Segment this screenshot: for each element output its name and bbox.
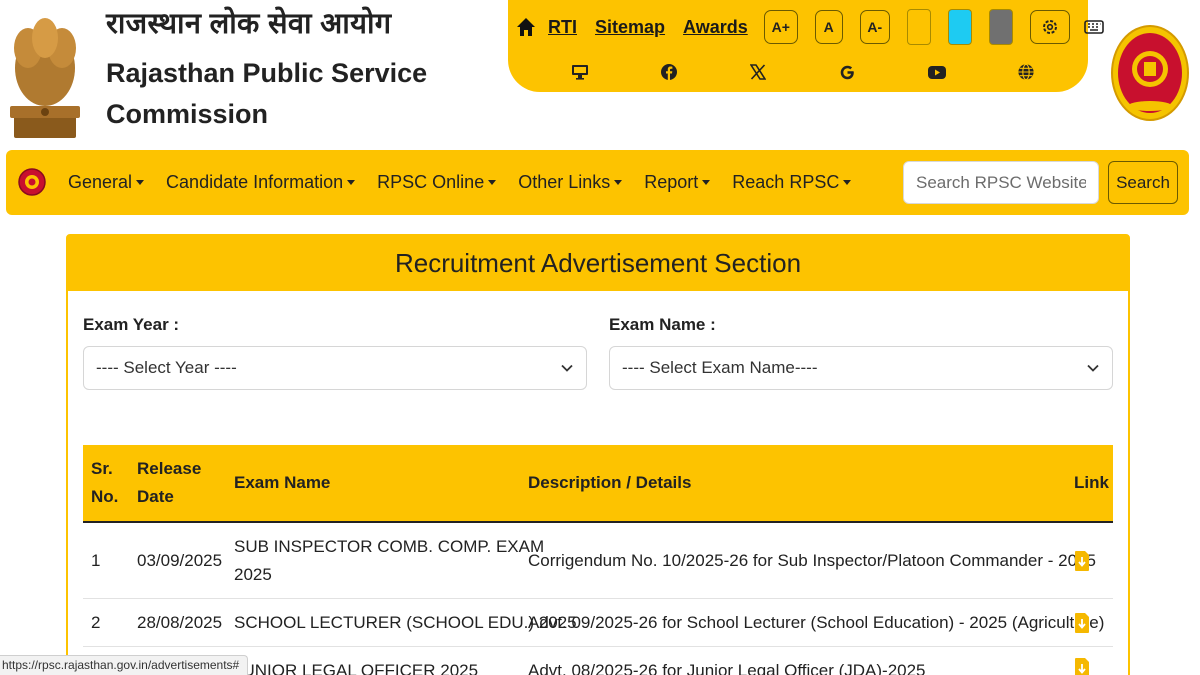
nav-other-links-label: Other Links <box>518 172 611 192</box>
cell-description: Advt. 08/2025-26 for Junior Legal Office… <box>528 661 926 675</box>
browser-status-url: https://rpsc.rajasthan.gov.in/advertisem… <box>0 655 249 675</box>
download-file-icon[interactable] <box>1074 657 1090 675</box>
nav-candidate-information-label: Candidate Information <box>166 172 344 192</box>
cell-release-date: 03/09/2025 <box>137 551 223 570</box>
exam-name-select[interactable]: ---- Select Exam Name---- <box>609 346 1113 390</box>
desktop-icon[interactable] <box>568 60 592 84</box>
site-title-english-line1: Rajasthan Public Service <box>106 58 428 88</box>
chevron-down-icon <box>561 364 573 372</box>
nav-candidate-information[interactable]: Candidate Information <box>166 172 356 193</box>
cell-exam-name: SUB INSPECTOR COMB. COMP. EXAM 2025 <box>234 533 544 589</box>
cell-sr-no: 2 <box>91 613 101 632</box>
youtube-icon[interactable] <box>925 60 949 84</box>
col-header-date-line1: Release <box>137 459 202 478</box>
section-header: Recruitment Advertisement Section <box>68 236 1128 291</box>
theme-yellow-swatch[interactable] <box>906 9 931 45</box>
download-file-icon[interactable] <box>1074 550 1090 572</box>
nav-rpsc-online-label: RPSC Online <box>377 172 485 192</box>
cell-exam-name: SCHOOL LECTURER (SCHOOL EDU.) 2025 <box>234 613 577 632</box>
caret-down-icon <box>347 180 356 185</box>
nav-reach-rpsc-label: Reach RPSC <box>732 172 840 192</box>
facebook-icon[interactable] <box>657 60 681 84</box>
google-icon[interactable] <box>836 60 860 84</box>
cell-release-date: 28/08/2025 <box>137 613 223 632</box>
nav-other-links[interactable]: Other Links <box>518 172 623 193</box>
x-icon[interactable] <box>746 60 770 84</box>
accessibility-toolbar: RTI Sitemap Awards A+ A A- <box>508 0 1104 92</box>
caret-down-icon <box>614 180 623 185</box>
rpsc-logo <box>1111 25 1189 121</box>
exam-year-label: Exam Year : <box>83 315 180 334</box>
nav-report[interactable]: Report <box>644 172 711 193</box>
nav-report-label: Report <box>644 172 699 192</box>
site-header: राजस्थान लोक सेवा आयोग Rajasthan Public … <box>0 0 1200 150</box>
main-navbar: General Candidate Information RPSC Onlin… <box>6 150 1189 215</box>
theme-cyan-swatch[interactable] <box>947 9 972 45</box>
font-increase-button[interactable]: A+ <box>763 10 798 44</box>
download-file-icon[interactable] <box>1074 612 1090 634</box>
cell-exam-name: JUNIOR LEGAL OFFICER 2025 <box>234 661 479 675</box>
search-input[interactable] <box>903 161 1099 204</box>
col-header-release-date: Release Date <box>137 455 201 511</box>
cell-sr-no: 1 <box>91 551 101 570</box>
font-reset-button[interactable]: A <box>814 10 843 44</box>
exam-year-selected-value: ---- Select Year ---- <box>96 358 237 377</box>
table-header-row: Sr. No. Release Date Exam Name Descripti… <box>83 445 1113 523</box>
col-header-date-line2: Date <box>137 487 174 506</box>
cell-description: Advt. 09/2025-26 for School Lecturer (Sc… <box>528 613 1105 632</box>
home-icon[interactable] <box>516 17 536 37</box>
keyboard-icon[interactable] <box>1083 20 1104 34</box>
national-emblem-logo <box>10 18 80 138</box>
nav-general[interactable]: General <box>68 172 145 193</box>
caret-down-icon <box>136 180 145 185</box>
cell-exam-name-line2: 2025 <box>234 565 272 584</box>
font-decrease-button[interactable]: A- <box>859 10 890 44</box>
settings-gear-icon[interactable] <box>1029 10 1070 44</box>
theme-gray-swatch[interactable] <box>988 9 1013 45</box>
col-header-sr-line1: Sr. <box>91 459 113 478</box>
globe-icon[interactable] <box>1014 60 1038 84</box>
cell-exam-name-line1: SUB INSPECTOR COMB. COMP. EXAM <box>234 537 545 556</box>
table-row: 1 03/09/2025 SUB INSPECTOR COMB. COMP. E… <box>83 523 1113 599</box>
nav-reach-rpsc[interactable]: Reach RPSC <box>732 172 852 193</box>
table-row: 2 28/08/2025 SCHOOL LECTURER (SCHOOL EDU… <box>83 599 1113 647</box>
col-header-description: Description / Details <box>528 473 692 492</box>
cell-description: Corrigendum No. 10/2025-26 for Sub Inspe… <box>528 551 1096 570</box>
exam-name-selected-value: ---- Select Exam Name---- <box>622 358 818 377</box>
col-header-link: Link <box>1074 473 1109 492</box>
caret-down-icon <box>702 180 711 185</box>
caret-down-icon <box>843 180 852 185</box>
col-header-sr-line2: No. <box>91 487 119 506</box>
col-header-exam-name: Exam Name <box>234 473 331 492</box>
caret-down-icon <box>488 180 497 185</box>
nav-general-label: General <box>68 172 133 192</box>
sitemap-link[interactable]: Sitemap <box>595 17 665 38</box>
nav-rpsc-online[interactable]: RPSC Online <box>377 172 497 193</box>
section-title: Recruitment Advertisement Section <box>394 248 802 278</box>
awards-link[interactable]: Awards <box>683 17 748 38</box>
chevron-down-icon <box>1087 364 1099 372</box>
search-button[interactable]: Search <box>1108 161 1178 204</box>
col-header-sr-no: Sr. No. <box>91 455 118 511</box>
site-title-english-line2: Commission <box>106 99 269 129</box>
site-title-hindi: राजस्थान लोक सेवा आयोग <box>106 8 392 40</box>
recruitment-advertisement-section: Recruitment Advertisement Section Exam Y… <box>66 234 1130 675</box>
rti-link[interactable]: RTI <box>548 17 577 38</box>
exam-year-select[interactable]: ---- Select Year ---- <box>83 346 587 390</box>
exam-name-label: Exam Name : <box>609 315 716 334</box>
rpsc-nav-logo-icon[interactable] <box>18 168 46 196</box>
site-title: राजस्थान लोक सेवा आयोग Rajasthan Public … <box>106 6 427 135</box>
